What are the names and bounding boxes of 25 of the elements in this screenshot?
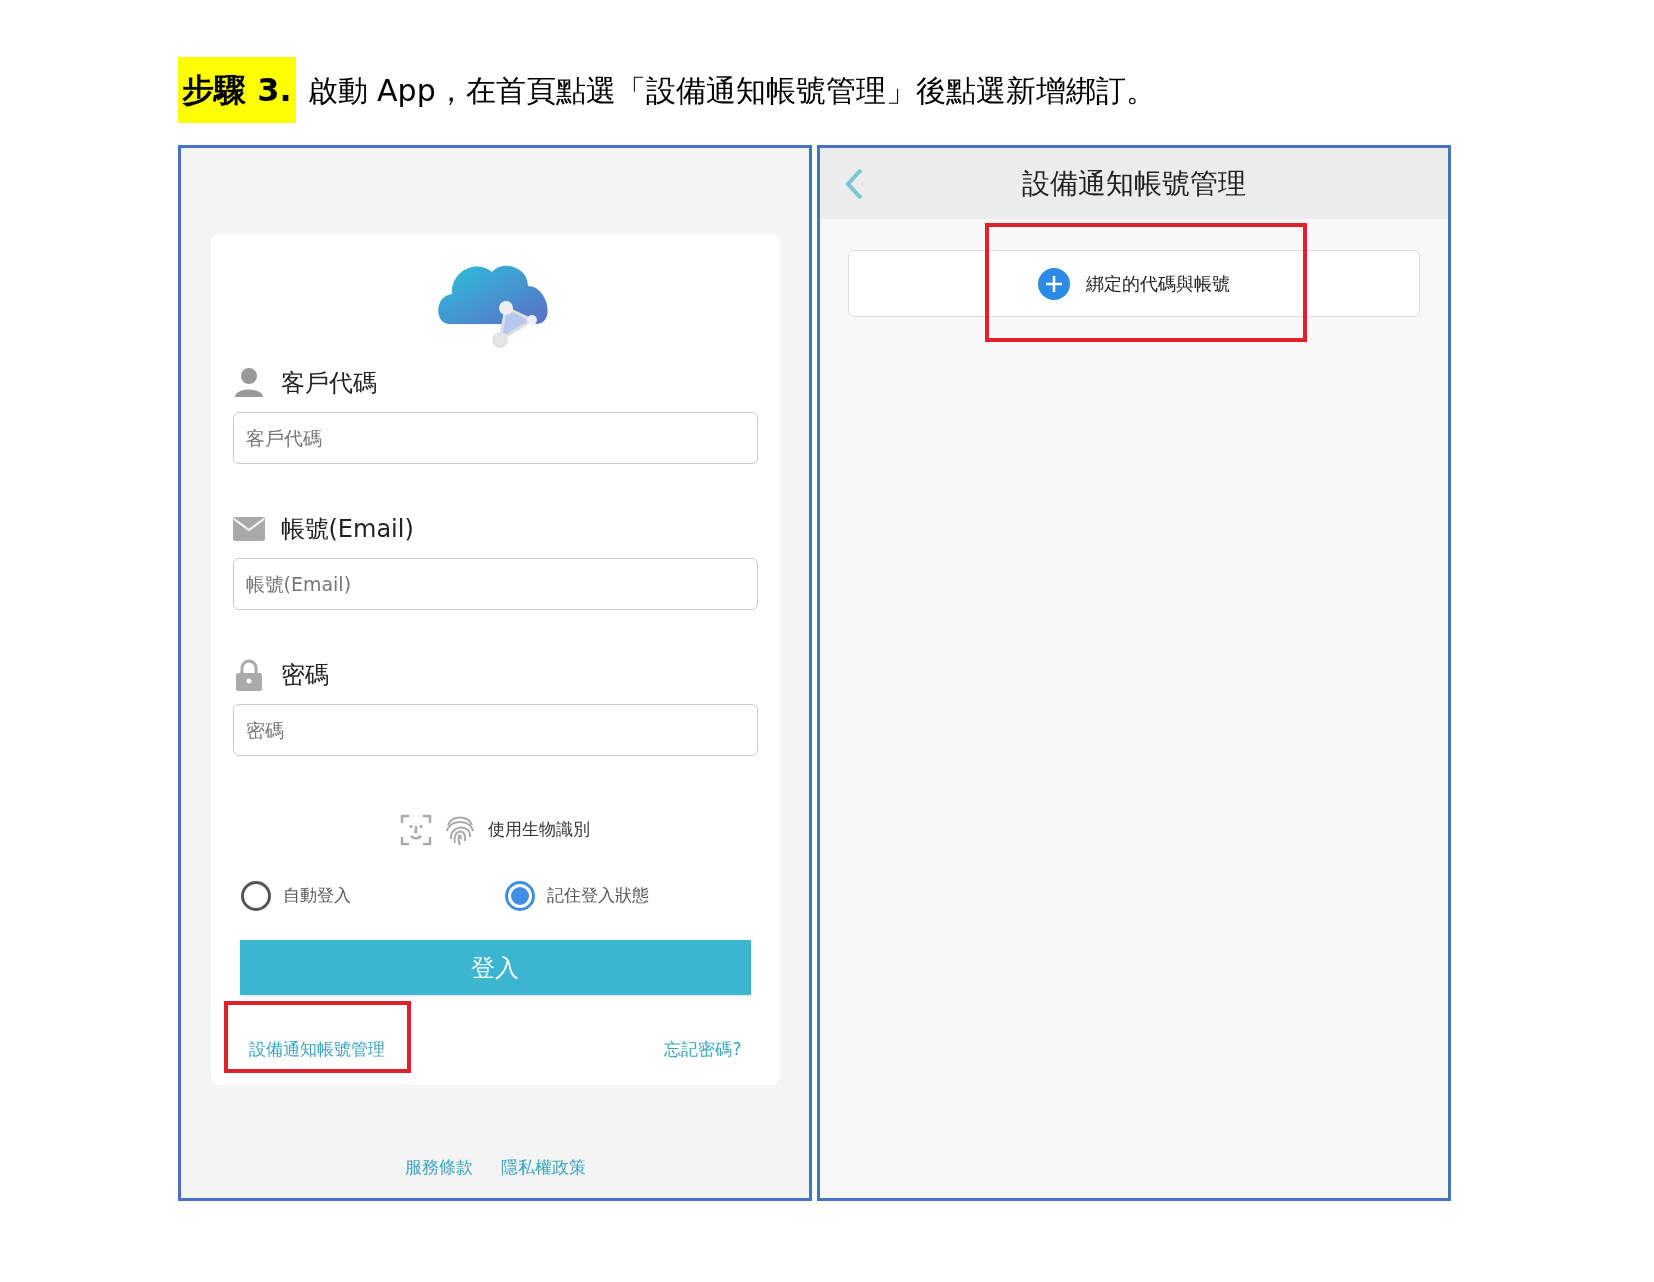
add-binding-button[interactable]: 綁定的代碼與帳號: [848, 250, 1420, 317]
login-button[interactable]: 登入: [239, 940, 751, 995]
forgot-password-link[interactable]: 忘記密碼?: [664, 1037, 742, 1063]
lock-icon: [235, 659, 262, 691]
footer-link[interactable]: 隱私權政策: [500, 1155, 586, 1181]
option-label: 自動登入: [282, 884, 351, 908]
input-field[interactable]: 帳號(Email): [232, 558, 758, 610]
manage-accounts-link[interactable]: 設備通知帳號管理: [248, 1037, 385, 1063]
biometric-label: 使用生物識別: [488, 818, 590, 842]
step-label: 步驟 3.: [178, 57, 296, 123]
screen-title: 設備通知帳號管理: [1022, 165, 1246, 202]
field-label: 密碼: [280, 660, 329, 691]
input-field[interactable]: 客戶代碼: [232, 412, 758, 464]
face-id-icon: [400, 814, 432, 846]
plus-icon: [1038, 267, 1070, 300]
option-label: 記住登入狀態: [547, 884, 649, 908]
radio-button[interactable]: [240, 881, 271, 911]
field-label: 帳號(Email): [280, 514, 414, 545]
person-icon: [234, 367, 263, 399]
footer-link[interactable]: 服務條款: [404, 1155, 473, 1181]
instruction-text: 啟動 App，在首頁點選「設備通知帳號管理」後點選新增綁訂。: [307, 71, 1156, 110]
input-field[interactable]: 密碼: [232, 704, 758, 756]
field-label: 客戶代碼: [280, 368, 377, 399]
envelope-icon: [232, 517, 265, 541]
radio-button[interactable]: [505, 881, 535, 911]
